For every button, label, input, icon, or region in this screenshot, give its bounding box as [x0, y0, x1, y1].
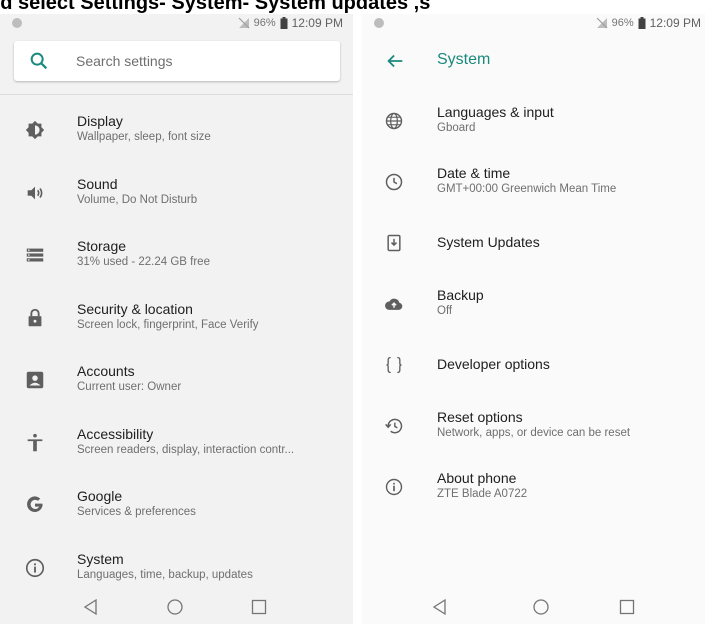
home-circle-icon[interactable] — [166, 598, 184, 616]
item-title: Sound — [77, 175, 118, 192]
no-signal-icon — [238, 17, 250, 29]
settings-screen: 96% 12:09 PM Search settings Display Wall… — [0, 14, 353, 624]
item-subtitle: Wallpaper, sleep, font size — [77, 131, 211, 143]
item-title: System Updates — [437, 234, 540, 250]
volume-icon — [27, 186, 43, 200]
settings-item-security-location[interactable]: Security & location Screen lock, fingerpr… — [0, 287, 353, 350]
status-time: 12:09 PM — [649, 16, 701, 30]
item-title: Developer options — [437, 356, 550, 372]
battery-percent: 96% — [253, 17, 276, 29]
item-title: System — [77, 550, 124, 567]
item-title: Accounts — [77, 363, 135, 379]
status-time: 12:09 PM — [291, 16, 343, 30]
app-bar: System — [362, 32, 705, 90]
storage-icon — [26, 248, 44, 262]
item-subtitle: Screen lock, fingerprint, Face Verify — [77, 318, 259, 331]
settings-item-sound[interactable]: Sound Volume, Do Not Disturb — [0, 162, 353, 225]
item-subtitle: Screen readers, display, interaction con… — [77, 443, 295, 456]
item-subtitle: 31% used - 22.24 GB free — [77, 256, 210, 268]
navigation-bar — [0, 590, 353, 624]
divider — [0, 94, 353, 95]
back-triangle-icon[interactable] — [82, 598, 100, 616]
item-title: Security & location — [77, 300, 193, 317]
no-signal-icon — [596, 17, 608, 29]
search-icon — [30, 52, 48, 70]
settings-list: Display Wallpaper, sleep, font size Sound… — [0, 99, 353, 599]
item-subtitle: ZTE Blade A0722 — [437, 488, 528, 500]
item-subtitle: GMT+00:00 Greenwich Mean Time — [437, 183, 617, 195]
system-item-system-updates[interactable]: System Updates — [362, 212, 705, 273]
status-bar: 96% 12:09 PM — [0, 14, 353, 32]
system-item-languages-input[interactable]: Languages & input Gboard — [362, 90, 705, 151]
info-icon — [385, 478, 403, 495]
back-triangle-icon[interactable] — [431, 598, 449, 616]
info-icon — [25, 558, 45, 577]
cloud-upload-icon — [385, 298, 403, 310]
system-item-reset-options[interactable]: Reset options Network, apps, or device ca… — [362, 395, 705, 456]
item-subtitle: Services & preferences — [77, 506, 196, 518]
item-subtitle: Gboard — [437, 122, 476, 134]
system-item-backup[interactable]: Backup Off — [362, 273, 705, 334]
search-settings-bar[interactable]: Search settings — [14, 41, 340, 81]
item-title: Languages & input — [437, 104, 554, 120]
system-item-about-phone[interactable]: About phone ZTE Blade A0722 — [362, 456, 705, 517]
battery-icon — [280, 17, 288, 29]
home-circle-icon[interactable] — [532, 598, 550, 616]
lock-icon — [28, 308, 42, 326]
brightness-icon — [25, 121, 45, 140]
settings-item-accounts[interactable]: Accounts Current user: Owner — [0, 349, 353, 412]
notification-dot-icon — [374, 18, 384, 28]
item-title: Google — [77, 488, 123, 504]
instruction-caption: nd select Settings- System- System updat… — [0, 0, 431, 14]
settings-item-display[interactable]: Display Wallpaper, sleep, font size — [0, 99, 353, 162]
item-subtitle: Languages, time, backup, updates — [77, 568, 253, 581]
restore-icon — [385, 418, 403, 433]
item-subtitle: Network, apps, or device can be reset — [437, 427, 631, 439]
item-title: Accessibility — [77, 425, 154, 442]
google-icon — [27, 496, 43, 513]
item-title: Storage — [77, 238, 127, 254]
item-title: About phone — [437, 470, 517, 486]
settings-item-storage[interactable]: Storage 31% used - 22.24 GB free — [0, 224, 353, 287]
item-title: Date & time — [437, 165, 511, 181]
status-bar: 96% 12:09 PM — [362, 14, 705, 32]
system-item-date-time[interactable]: Date & time GMT+00:00 Greenwich Mean Time — [362, 151, 705, 212]
accessibility-icon — [27, 433, 43, 451]
system-screen: 96% 12:09 PM System Languages & input Gbo… — [362, 14, 705, 624]
settings-item-google[interactable]: Google Services & preferences — [0, 474, 353, 537]
recents-square-icon[interactable] — [618, 598, 636, 616]
recents-square-icon[interactable] — [250, 598, 268, 616]
item-subtitle: Off — [437, 305, 453, 317]
item-subtitle: Volume, Do Not Disturb — [77, 193, 198, 206]
item-subtitle: Current user: Owner — [77, 381, 182, 393]
settings-item-accessibility[interactable]: Accessibility Screen readers, display, in… — [0, 412, 353, 475]
navigation-bar — [362, 590, 705, 624]
page-title: System — [437, 51, 491, 68]
item-title: Display — [77, 113, 123, 129]
screen-separator — [353, 14, 362, 624]
notification-dot-icon — [12, 18, 22, 28]
system-options-list: Languages & input Gboard Date & time GMT+0… — [362, 90, 705, 517]
system-update-icon — [387, 234, 401, 251]
item-title: Reset options — [437, 409, 523, 425]
globe-icon — [385, 112, 403, 129]
battery-percent: 96% — [611, 17, 634, 29]
clock-icon — [385, 173, 403, 190]
search-placeholder: Search settings — [76, 53, 173, 69]
code-braces-icon — [386, 356, 402, 373]
item-title: Backup — [437, 287, 484, 303]
back-arrow-icon[interactable] — [384, 50, 406, 72]
battery-icon — [638, 17, 646, 29]
system-item-developer-options[interactable]: Developer options — [362, 334, 705, 395]
account-icon — [26, 372, 44, 389]
